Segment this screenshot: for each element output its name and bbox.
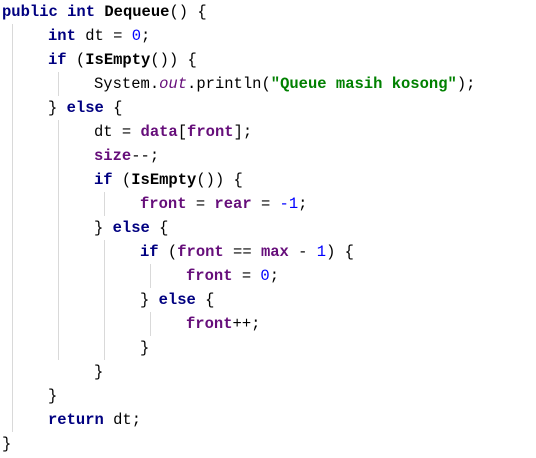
code-line-13: } else { [140, 291, 215, 309]
method-call: IsEmpty [85, 51, 151, 69]
number: -1 [279, 195, 299, 213]
code-line-7: size--; [94, 147, 160, 165]
keyword: else [112, 219, 150, 237]
number: 1 [316, 243, 327, 261]
keyword: if [140, 243, 159, 261]
code-line-14: front++; [186, 315, 261, 333]
string-literal: "Queue masih kosong" [270, 75, 457, 93]
field: front [186, 315, 233, 333]
code-line-8: if (IsEmpty()) { [94, 171, 243, 189]
indent-guide [104, 192, 105, 216]
code-line-11: if (front == max - 1) { [140, 243, 354, 261]
method-name: Dequeue [104, 3, 170, 21]
method-call: println [196, 75, 262, 93]
keyword: if [48, 51, 67, 69]
identifier: dt [94, 123, 113, 141]
code-line-4: System.out.println("Queue masih kosong")… [94, 75, 476, 93]
code-line-16: } [94, 363, 104, 381]
code-line-5: } else { [48, 99, 123, 117]
field: front [177, 243, 224, 261]
field: front [140, 195, 187, 213]
code-line-12: front = 0; [186, 267, 280, 285]
keyword: int [48, 27, 76, 45]
field: size [94, 147, 132, 165]
number: 0 [260, 267, 270, 285]
indent-guide [12, 24, 13, 432]
keyword: if [94, 171, 113, 189]
keyword: public [2, 3, 58, 21]
code-line-17: } [48, 387, 58, 405]
code-line-18: return dt; [48, 411, 142, 429]
code-line-6: dt = data[front]; [94, 123, 253, 141]
static-field: out [159, 75, 188, 93]
keyword: else [158, 291, 196, 309]
identifier: System [94, 75, 150, 93]
code-line-19: } [2, 435, 12, 453]
keyword: return [48, 411, 104, 429]
method-call: IsEmpty [131, 171, 197, 189]
keyword: else [66, 99, 104, 117]
number: 0 [131, 27, 142, 45]
identifier: dt [113, 411, 132, 429]
indent-guide [150, 312, 151, 336]
field: data [140, 123, 178, 141]
indent-guide [104, 240, 105, 360]
field: front [186, 267, 233, 285]
code-line-2: int dt = 0; [48, 27, 151, 45]
code-line-15: } [140, 339, 150, 357]
code-editor[interactable]: public int Dequeue() { int dt = 0; if (I… [0, 0, 536, 458]
indent-guide [58, 72, 59, 96]
code-line-3: if (IsEmpty()) { [48, 51, 197, 69]
indent-guide [150, 264, 151, 288]
code-line-10: } else { [94, 219, 169, 237]
code-line-9: front = rear = -1; [140, 195, 308, 213]
field: front [187, 123, 234, 141]
identifier: dt [85, 27, 104, 45]
keyword: int [67, 3, 96, 21]
indent-guide [58, 120, 59, 360]
field: rear [214, 195, 252, 213]
field: max [260, 243, 289, 261]
code-line-1: public int Dequeue() { [2, 3, 207, 21]
